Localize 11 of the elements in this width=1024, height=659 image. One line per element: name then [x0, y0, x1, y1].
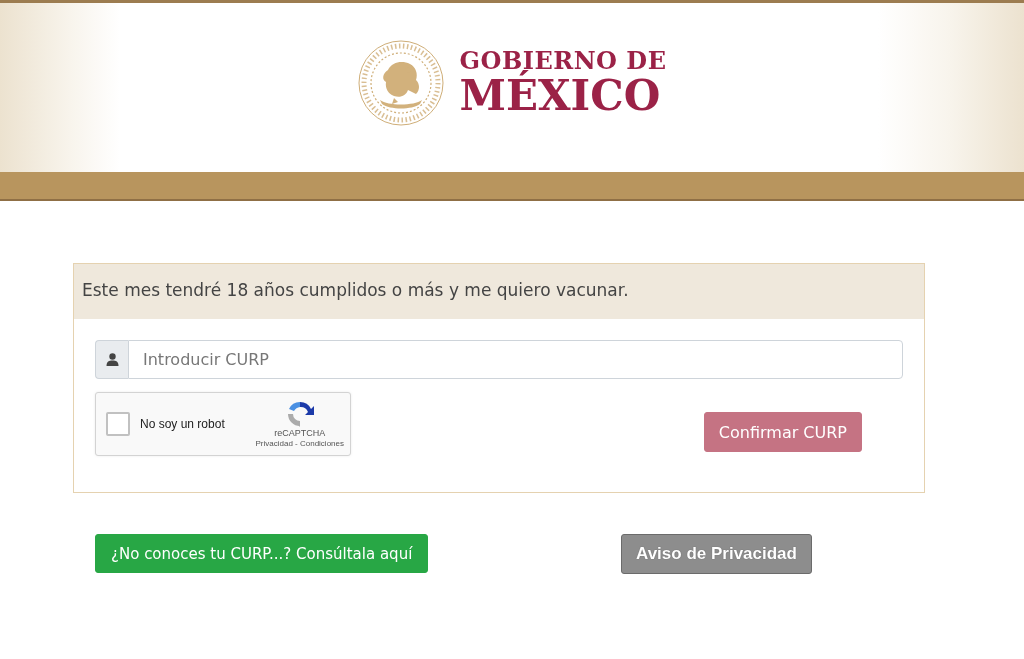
captcha-logo-icon	[285, 401, 314, 428]
captcha-brand: reCAPTCHA	[274, 429, 326, 440]
user-icon	[95, 340, 128, 379]
curp-input[interactable]: Introducir CURP	[128, 340, 903, 379]
captcha-terms-link[interactable]: Privacidad - Condiciones	[255, 440, 344, 449]
privacy-notice-button[interactable]: Aviso de Privacidad	[621, 534, 812, 574]
seal-icon	[357, 39, 444, 126]
captcha-checkbox[interactable]	[106, 412, 130, 436]
curp-lookup-button[interactable]: ¿No conoces tu CURP...? Consúltala aquí	[95, 534, 429, 573]
captcha-label: No soy un robot	[140, 417, 225, 431]
form-heading: Este mes tendré 18 años cumplidos o más y me quiero vacunar.	[82, 280, 629, 300]
